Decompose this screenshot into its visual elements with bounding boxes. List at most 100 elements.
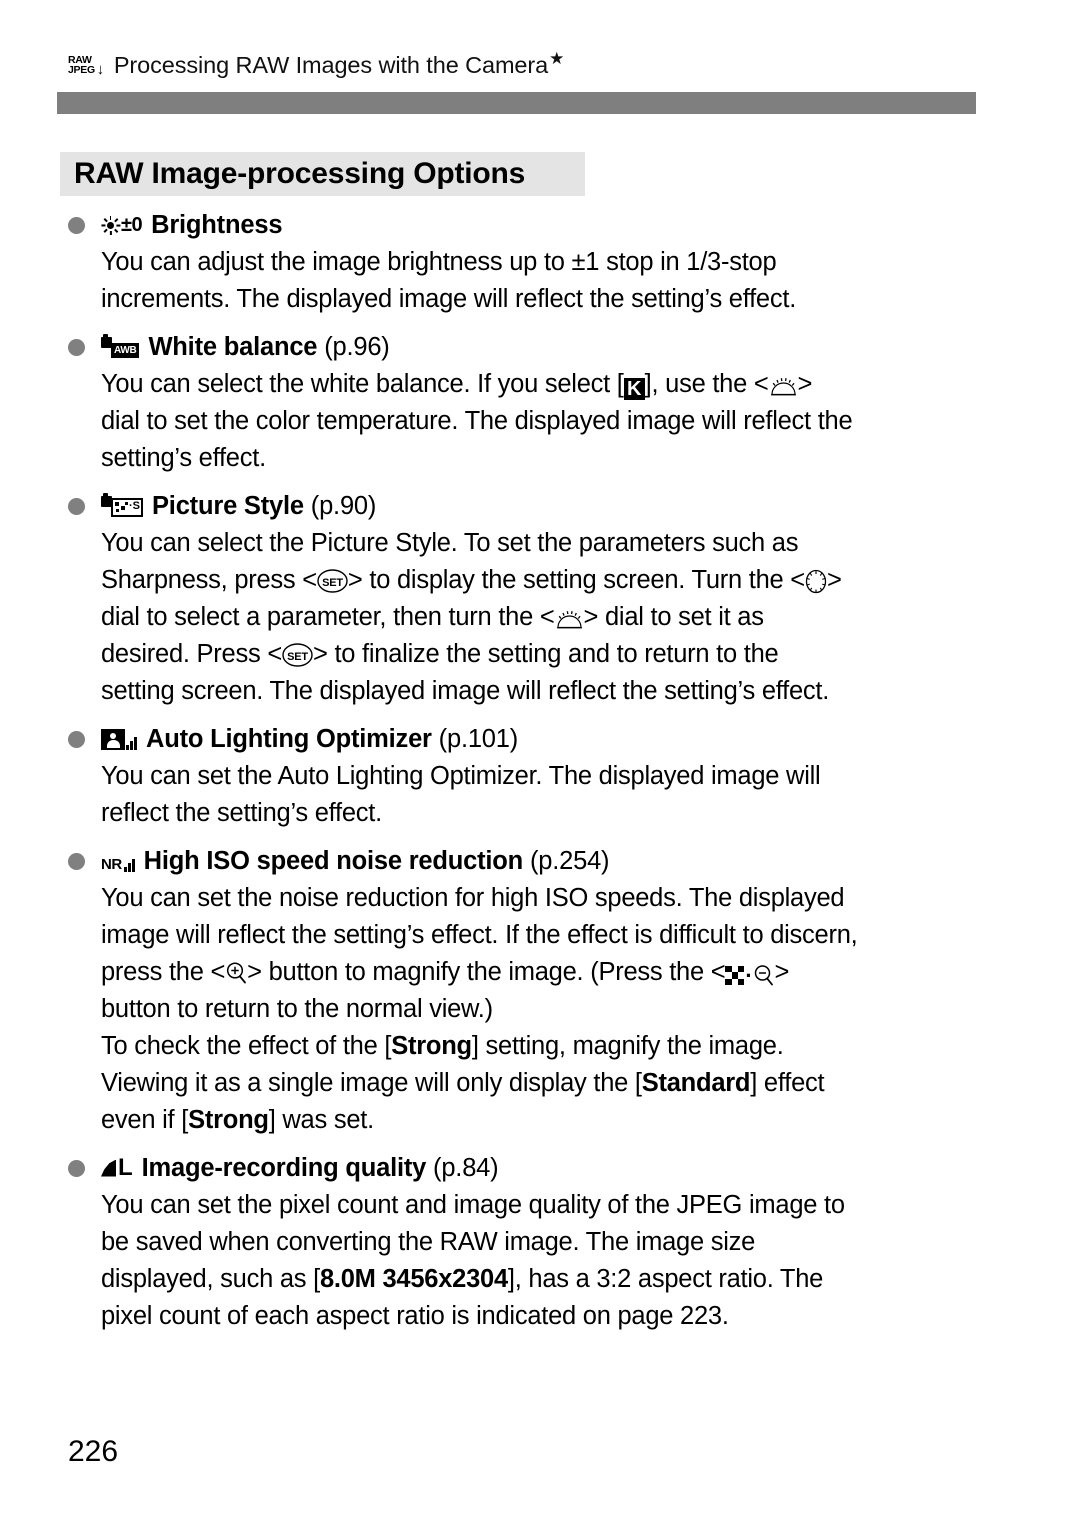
- svg-text:SET: SET: [287, 651, 308, 663]
- option-brightness: ±0 Brightness You can adjust the image b…: [68, 208, 1008, 318]
- body-line: You can set the pixel count and image qu…: [101, 1191, 845, 1219]
- body-line: You can adjust the image brightness up t…: [101, 248, 777, 276]
- body-line: setting’s effect.: [101, 444, 266, 472]
- body-line: image will reflect the setting’s effect.…: [101, 921, 858, 949]
- index-reduce-button-icon: ·: [725, 964, 774, 987]
- nr-label: NR: [101, 856, 122, 873]
- option-image-recording-quality-body: You can set the pixel count and image qu…: [101, 1187, 1008, 1335]
- bullet-icon: [68, 853, 85, 870]
- down-arrow-icon: ↓: [96, 60, 105, 78]
- option-image-recording-quality: L Image-recording quality (p.84) You can…: [68, 1151, 1008, 1335]
- running-header-title: Processing RAW Images with the Camera★: [113, 49, 565, 78]
- index-grid-glyph: [725, 966, 745, 985]
- body-line: Viewing it as a single image will only d…: [101, 1069, 825, 1097]
- set-button-icon: SET: [282, 643, 313, 667]
- picture-style-glyph: [111, 498, 143, 517]
- option-white-balance-heading: AWB White balance (p.96): [68, 330, 1008, 364]
- body-line: Sharpness, press < SET > to display the se…: [101, 566, 842, 594]
- main-dial-icon: [770, 378, 796, 396]
- option-brightness-body: You can adjust the image brightness up t…: [101, 244, 1008, 318]
- noise-reduction-icon: NR: [101, 844, 135, 878]
- camera-awb-icon: AWB: [101, 330, 140, 364]
- option-picture-style-title: Picture Style (p.90): [152, 492, 377, 520]
- camera-body-glyph: [101, 334, 112, 348]
- brightness-value-label: ±0: [121, 213, 143, 236]
- body-line: You can set the Auto Lighting Optimizer.…: [101, 762, 821, 790]
- page-title: RAW Image-processing Options: [74, 157, 526, 190]
- large-size-label: L: [118, 1154, 133, 1181]
- body-line: button to return to the normal view.): [101, 995, 493, 1023]
- body-line: increments. The displayed image will ref…: [101, 285, 797, 313]
- setting-standard-label: Standard: [641, 1069, 751, 1097]
- page-number: 226: [68, 1435, 119, 1468]
- reduce-magnifier-glyph: [755, 965, 774, 986]
- setting-strong-label: Strong: [391, 1032, 472, 1060]
- camera-picture-style-icon: [101, 489, 143, 523]
- auto-lighting-optimizer-icon: [101, 722, 137, 756]
- option-high-iso-noise-reduction-body: You can set the noise reduction for high…: [101, 880, 1008, 1139]
- level-bars-glyph: [123, 859, 135, 872]
- page-reference: (p.84): [433, 1154, 499, 1182]
- page-reference: (p.90): [310, 492, 377, 520]
- image-size-label: 8.0M 3456x2304: [319, 1265, 508, 1293]
- header-rule-bar: [57, 92, 976, 114]
- body-line: be saved when converting the RAW image. …: [101, 1228, 756, 1256]
- option-picture-style-heading: Picture Style (p.90): [68, 489, 1008, 523]
- option-brightness-heading: ±0 Brightness: [68, 208, 1008, 242]
- option-high-iso-noise-reduction-heading: NR High ISO speed noise reduction (p.254…: [68, 844, 1008, 878]
- quick-control-dial-icon: [805, 569, 827, 594]
- raw-label: RAW: [68, 53, 92, 66]
- setting-strong-label: Strong: [188, 1106, 269, 1134]
- options-list: ±0 Brightness You can adjust the image b…: [68, 208, 1008, 1339]
- option-white-balance: AWB White balance (p.96) You can select …: [68, 330, 1008, 477]
- bullet-icon: [68, 217, 85, 234]
- body-line: displayed, such as [8.0M 3456x2304], has…: [101, 1265, 824, 1293]
- body-line: desired. Press < SET > to finalize the set…: [101, 640, 779, 668]
- option-image-recording-quality-heading: L Image-recording quality (p.84): [68, 1151, 1008, 1185]
- running-header: RAW JPEG ↓ Processing RAW Images with th…: [68, 50, 564, 79]
- body-line: To check the effect of the [Strong] sett…: [101, 1032, 784, 1060]
- image-quality-large-fine-icon: L: [101, 1151, 133, 1185]
- jpeg-label: JPEG: [68, 64, 95, 77]
- page-reference: (p.96): [324, 333, 390, 361]
- option-auto-lighting-optimizer-body: You can set the Auto Lighting Optimizer.…: [101, 758, 1008, 832]
- bullet-icon: [68, 498, 85, 515]
- option-picture-style: Picture Style (p.90) You can select the …: [68, 489, 1008, 710]
- option-white-balance-body: You can select the white balance. If you…: [101, 366, 1008, 477]
- option-auto-lighting-optimizer-heading: Auto Lighting Optimizer (p.101): [68, 722, 1008, 756]
- color-temperature-k-icon: K: [623, 378, 645, 400]
- option-brightness-title: Brightness: [151, 211, 283, 239]
- body-line: even if [Strong] was set.: [101, 1106, 374, 1134]
- body-line: You can set the noise reduction for high…: [101, 884, 845, 912]
- raw-to-jpeg-icon: RAW JPEG ↓: [68, 53, 105, 78]
- option-high-iso-noise-reduction: NR High ISO speed noise reduction (p.254…: [68, 844, 1008, 1139]
- body-line: setting screen. The displayed image will…: [101, 677, 830, 705]
- section-title-box: RAW Image-processing Options: [60, 152, 585, 196]
- sun-glyph: [101, 215, 121, 235]
- option-image-recording-quality-title: Image-recording quality (p.84): [141, 1154, 499, 1182]
- star-icon: ★: [549, 49, 565, 68]
- portrait-glyph: [101, 729, 125, 750]
- awb-label: AWB: [111, 343, 140, 358]
- bullet-icon: [68, 1160, 85, 1177]
- body-line: pixel count of each aspect ratio is indi…: [101, 1302, 729, 1330]
- body-line: dial to select a parameter, then turn th…: [101, 603, 764, 631]
- body-line: You can select the white balance. If you…: [101, 370, 813, 400]
- bullet-icon: [68, 339, 85, 356]
- body-line: You can select the Picture Style. To set…: [101, 529, 799, 557]
- bullet-icon: [68, 731, 85, 748]
- option-white-balance-title: White balance (p.96): [148, 333, 390, 361]
- level-bars-glyph: [126, 737, 137, 750]
- body-line: press the < > button to magnify the image…: [101, 958, 790, 988]
- body-line: dial to set the color temperature. The d…: [101, 407, 853, 435]
- body-line: reflect the setting’s effect.: [101, 799, 382, 827]
- magnify-button-icon: [227, 962, 247, 984]
- fine-quality-glyph: [101, 1159, 116, 1177]
- option-picture-style-body: You can select the Picture Style. To set…: [101, 525, 1008, 710]
- brightness-sun-icon: ±0: [101, 208, 143, 242]
- set-button-icon: SET: [317, 569, 348, 593]
- main-dial-icon: [556, 611, 582, 629]
- manual-page: RAW JPEG ↓ Processing RAW Images with th…: [0, 0, 1080, 1521]
- option-high-iso-noise-reduction-title: High ISO speed noise reduction (p.254): [143, 847, 610, 875]
- option-auto-lighting-optimizer: Auto Lighting Optimizer (p.101) You can …: [68, 722, 1008, 832]
